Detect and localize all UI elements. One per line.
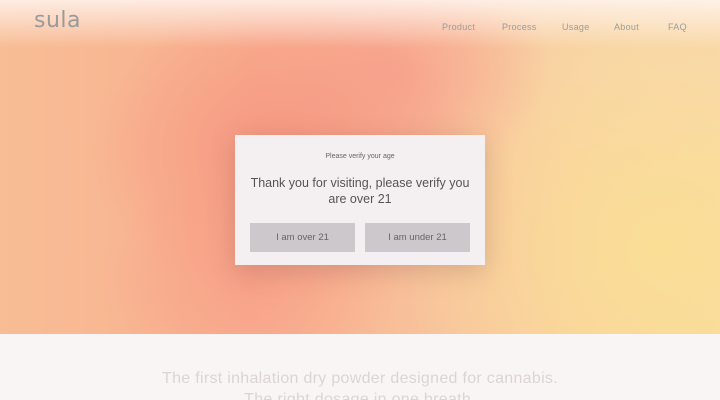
modal-title: Thank you for visiting, please verify yo… [250, 176, 470, 206]
intro-section: The first inhalation dry powder designed… [0, 334, 720, 400]
age-verification-modal: Please verify your age Thank you for vis… [235, 135, 485, 265]
tagline-text: The first inhalation dry powder designed… [162, 370, 558, 400]
under-21-button[interactable]: I am under 21 [365, 223, 470, 252]
modal-eyebrow: Please verify your age [325, 153, 395, 160]
page: sula Product Process Usage About FAQ The… [0, 0, 720, 400]
over-21-button[interactable]: I am over 21 [250, 223, 355, 252]
age-gate-overlay: Please verify your age Thank you for vis… [0, 0, 720, 334]
